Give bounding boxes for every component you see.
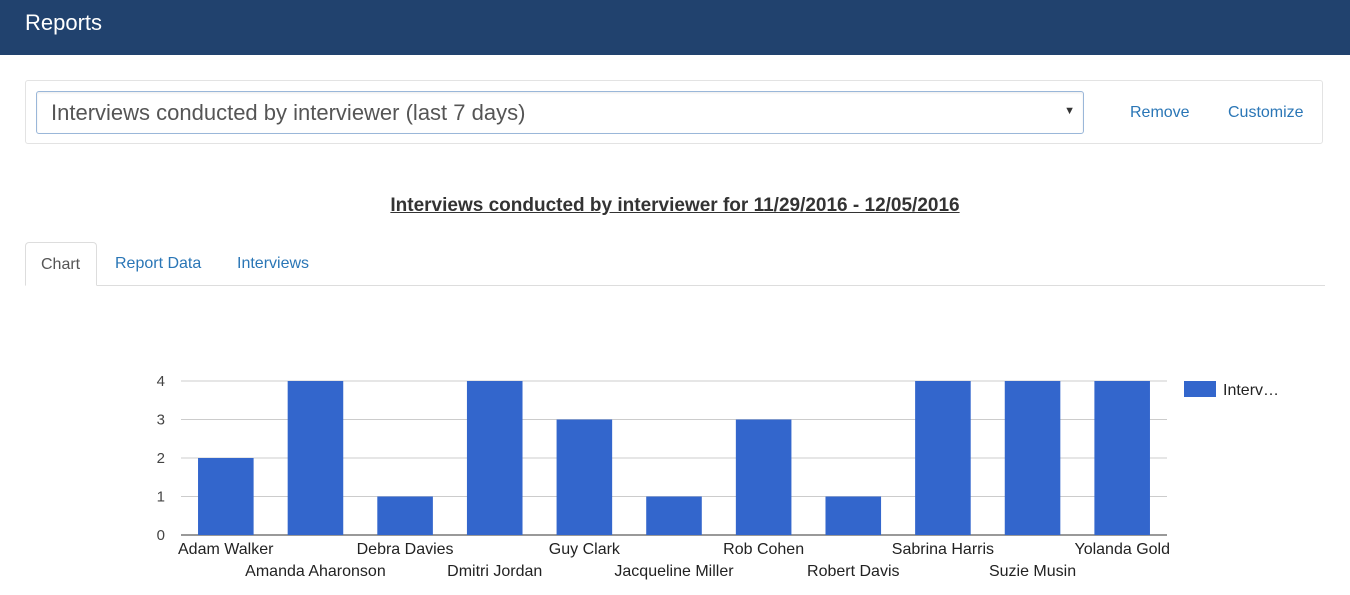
bar [915,381,971,535]
y-tick-label: 4 [157,373,165,390]
x-tick-label: Robert Davis [807,563,899,580]
bar [646,496,702,535]
report-select[interactable]: Interviews conducted by interviewer (las… [36,91,1084,134]
bar [556,419,613,535]
x-tick-label: Jacqueline Miller [614,563,734,580]
y-tick-label: 3 [157,412,165,429]
bar [1094,381,1150,535]
report-select-value: Interviews conducted by interviewer (las… [51,100,526,125]
bar [1004,381,1061,535]
x-tick-label: Debra Davies [357,541,454,558]
x-tick-label: Amanda Aharonson [245,563,386,580]
y-tick-label: 2 [157,450,165,467]
bar [466,381,523,535]
tab-interviews[interactable]: Interviews [222,242,324,285]
x-tick-label: Yolanda Gold [1075,541,1171,558]
y-tick-label: 1 [157,489,165,506]
bar [287,381,344,535]
bar-chart: 0 1 2 3 4 Adam Walker Amanda Aharonson Debra Da… [157,373,1279,580]
x-tick-label: Suzie Musin [989,563,1076,580]
x-tick-label: Adam Walker [178,541,274,558]
customize-link[interactable]: Customize [1228,104,1304,122]
report-title: Interviews conducted by interviewer for … [390,195,960,216]
report-tabs: Chart Report Data Interviews [25,242,1325,286]
app-header: Reports [0,0,1350,55]
bar [377,496,433,535]
x-tick-label: Dmitri Jordan [447,563,542,580]
chart-area: 0 1 2 3 4 Adam Walker Amanda Aharonson Debra Da… [0,290,1350,590]
remove-link[interactable]: Remove [1130,104,1190,122]
x-tick-label: Rob Cohen [723,541,804,558]
y-tick-label: 0 [157,527,165,544]
bar [198,458,254,535]
x-tick-label: Sabrina Harris [892,541,994,558]
tab-chart[interactable]: Chart [25,242,97,286]
bar [825,496,882,535]
report-selector-panel: Interviews conducted by interviewer (las… [25,80,1323,144]
bar [735,419,792,535]
tab-report-data[interactable]: Report Data [100,242,216,285]
caret-down-icon: ▼ [1064,105,1075,117]
x-tick-label: Guy Clark [549,541,621,558]
legend-label: Interv… [1223,382,1279,399]
legend-swatch [1184,381,1216,397]
app-title: Reports [25,10,103,35]
